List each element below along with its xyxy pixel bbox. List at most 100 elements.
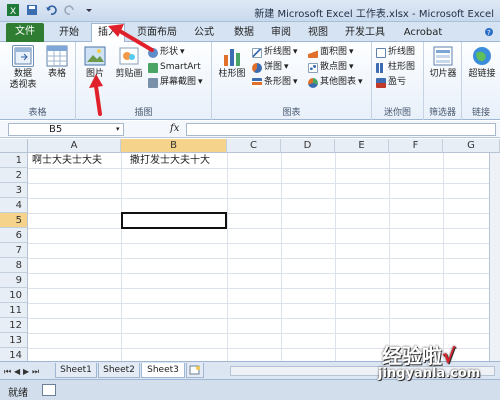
pivot-table-button[interactable]: 数据 透视表	[6, 45, 40, 91]
gridline	[28, 228, 500, 229]
quick-access-toolbar: X	[6, 3, 96, 17]
cell-b1[interactable]: 撒打发士大夫十大	[128, 153, 210, 168]
area-chart-dropdown-icon: ▾	[349, 47, 354, 57]
tab-file[interactable]: 文件	[6, 23, 44, 42]
shapes-dropdown-icon: ▾	[180, 47, 185, 57]
line-chart-dropdown-icon: ▾	[293, 47, 298, 57]
last-sheet-icon[interactable]: ⏭	[32, 367, 39, 377]
other-charts-button[interactable]: 其他图表 ▾	[308, 76, 363, 89]
line-chart-label: 折线图	[264, 47, 292, 57]
row-header-9[interactable]: 9	[0, 273, 28, 288]
smartart-button[interactable]: SmartArt	[148, 61, 201, 74]
name-box-dropdown-icon[interactable]: ▾	[116, 125, 120, 133]
sparkline-column-label: 柱形图	[388, 62, 416, 72]
area-chart-button[interactable]: 面积图 ▾	[308, 46, 354, 59]
pie-chart-button[interactable]: 饼图 ▾	[252, 61, 289, 74]
group-filter-label: 筛选器	[428, 108, 456, 118]
row-header-1[interactable]: 1	[0, 153, 28, 168]
tab-view[interactable]: 视图	[302, 24, 334, 42]
column-chart-button[interactable]: 柱形图	[216, 45, 248, 80]
gridline	[389, 153, 390, 361]
other-charts-icon	[308, 77, 318, 88]
sheet-tab-2[interactable]: Sheet2	[98, 363, 140, 378]
gridline	[28, 213, 500, 214]
scatter-chart-button[interactable]: 散点图 ▾	[308, 61, 354, 74]
column-header-a[interactable]: A	[28, 139, 121, 153]
macro-record-icon[interactable]	[42, 384, 56, 396]
column-header-b[interactable]: B	[121, 139, 227, 153]
annotation-arrow-picture	[89, 74, 103, 116]
tab-home[interactable]: 开始	[52, 24, 86, 42]
bar-chart-button[interactable]: 条形图 ▾	[252, 76, 298, 89]
slicer-button[interactable]: 切片器	[427, 45, 459, 80]
tab-acrobat[interactable]: Acrobat	[398, 24, 448, 42]
prev-sheet-icon[interactable]: ◀	[14, 367, 20, 376]
vertical-scrollbar[interactable]	[489, 153, 500, 361]
redo-icon[interactable]	[63, 3, 77, 17]
tab-review[interactable]: 审阅	[265, 24, 297, 42]
screenshot-label: 屏幕截图	[160, 77, 197, 87]
help-icon[interactable]: ?	[484, 27, 494, 37]
excel-logo-icon: X	[6, 3, 20, 17]
insert-function-icon[interactable]: fx	[170, 123, 179, 134]
tab-formulas[interactable]: 公式	[186, 24, 222, 42]
hyperlink-button[interactable]: 超链接	[465, 45, 499, 80]
row-header-7[interactable]: 7	[0, 243, 28, 258]
screenshot-dropdown-icon: ▾	[198, 77, 203, 87]
column-header-c[interactable]: C	[227, 139, 281, 153]
select-all-corner[interactable]	[0, 139, 28, 153]
watermark-check: √	[442, 344, 456, 368]
table-icon	[46, 45, 68, 67]
worksheet-grid[interactable]: A B C D E F G 1 2 3 4 5 6 7 8 9 10 11 12…	[0, 139, 500, 361]
row-header-12[interactable]: 12	[0, 318, 28, 333]
insert-sheet-icon[interactable]	[186, 363, 204, 378]
row-header-8[interactable]: 8	[0, 258, 28, 273]
sheet-tab-3[interactable]: Sheet3	[141, 363, 185, 378]
tab-data[interactable]: 数据	[228, 24, 260, 42]
gridline	[28, 258, 500, 259]
row-header-10[interactable]: 10	[0, 288, 28, 303]
group-tables: 数据 透视表 表格 表格	[0, 42, 76, 120]
gridline	[28, 243, 500, 244]
first-sheet-icon[interactable]: ⏮	[4, 367, 11, 377]
sparkline-line-button[interactable]: 折线图	[376, 46, 415, 59]
row-header-13[interactable]: 13	[0, 333, 28, 348]
sparkline-winloss-label: 盈亏	[388, 77, 407, 87]
row-header-2[interactable]: 2	[0, 168, 28, 183]
sparkline-column-button[interactable]: 柱形图	[376, 61, 415, 74]
active-cell-b5[interactable]	[121, 212, 227, 229]
sheet-tab-1[interactable]: Sheet1	[55, 363, 97, 378]
row-header-5[interactable]: 5	[0, 213, 28, 228]
name-box[interactable]: B5	[8, 123, 124, 136]
row-header-4[interactable]: 4	[0, 198, 28, 213]
column-header-f[interactable]: F	[389, 139, 443, 153]
other-charts-label: 其他图表	[320, 77, 357, 87]
table-button[interactable]: 表格	[42, 45, 72, 80]
screenshot-icon	[148, 77, 158, 88]
gridline	[281, 153, 282, 361]
undo-icon[interactable]	[44, 3, 58, 17]
status-text: 就绪	[8, 388, 28, 399]
pivot-table-icon	[12, 45, 34, 67]
save-icon[interactable]	[25, 3, 39, 17]
ribbon-controls: ?	[484, 27, 494, 37]
gridline	[28, 288, 500, 289]
column-header-e[interactable]: E	[335, 139, 389, 153]
formula-input[interactable]	[186, 123, 496, 136]
row-header-11[interactable]: 11	[0, 303, 28, 318]
gridline	[28, 318, 500, 319]
gridline	[28, 198, 500, 199]
column-header-d[interactable]: D	[281, 139, 335, 153]
row-header-14[interactable]: 14	[0, 348, 28, 361]
line-chart-button[interactable]: 折线图 ▾	[252, 46, 298, 59]
row-header-6[interactable]: 6	[0, 228, 28, 243]
tab-developer[interactable]: 开发工具	[340, 24, 390, 42]
group-filter: 切片器 筛选器	[424, 42, 462, 120]
sparkline-winloss-button[interactable]: 盈亏	[376, 76, 406, 89]
screenshot-button[interactable]: 屏幕截图 ▾	[148, 76, 203, 89]
next-sheet-icon[interactable]: ▶	[23, 367, 29, 376]
row-header-3[interactable]: 3	[0, 183, 28, 198]
column-header-g[interactable]: G	[443, 139, 500, 153]
customize-toolbar-icon[interactable]	[82, 3, 96, 17]
cell-a1[interactable]: 啊士大夫士大夫	[30, 153, 102, 168]
